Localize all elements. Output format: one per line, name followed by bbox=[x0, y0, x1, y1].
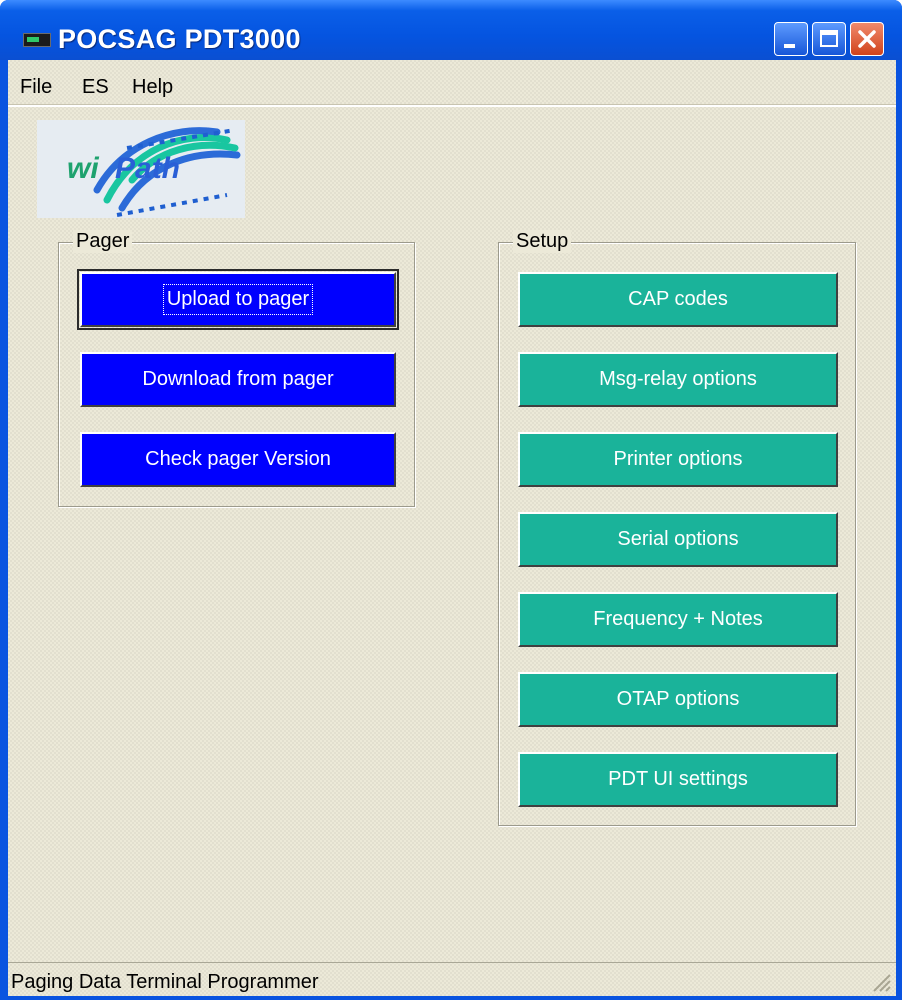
cap-codes-label: CAP codes bbox=[628, 288, 728, 310]
title-bar[interactable]: POCSAG PDT3000 bbox=[0, 0, 902, 60]
status-bar: Paging Data Terminal Programmer bbox=[8, 962, 896, 997]
app-icon bbox=[23, 33, 51, 47]
menu-bar: File ES Help bbox=[8, 70, 896, 100]
pdt-ui-settings-label: PDT UI settings bbox=[608, 768, 748, 790]
svg-text:Path: Path bbox=[115, 152, 180, 185]
close-button[interactable] bbox=[850, 22, 884, 56]
serial-options-label: Serial options bbox=[617, 528, 739, 550]
pager-group-title: Pager bbox=[73, 230, 133, 253]
menu-separator bbox=[8, 104, 896, 107]
upload-to-pager-label: Upload to pager bbox=[162, 284, 314, 315]
cap-codes-button[interactable]: CAP codes bbox=[518, 272, 838, 327]
close-icon bbox=[858, 30, 876, 48]
minimize-button[interactable] bbox=[774, 22, 808, 56]
svg-text:wi: wi bbox=[67, 152, 99, 185]
otap-options-label: OTAP options bbox=[616, 688, 740, 710]
client-area: File ES Help wi Path Pager Upload to pag… bbox=[8, 60, 896, 996]
download-from-pager-button[interactable]: Download from pager bbox=[80, 352, 396, 407]
resize-grip-icon[interactable] bbox=[870, 971, 892, 993]
msg-relay-options-button[interactable]: Msg-relay options bbox=[518, 352, 838, 407]
main-window: POCSAG PDT3000 File ES Help wi Path Page… bbox=[0, 0, 902, 1000]
pager-groupbox: Pager Upload to pager Download from page… bbox=[58, 230, 415, 507]
minimize-icon bbox=[784, 44, 795, 48]
frequency-notes-button[interactable]: Frequency + Notes bbox=[518, 592, 838, 647]
serial-options-button[interactable]: Serial options bbox=[518, 512, 838, 567]
menu-es[interactable]: ES bbox=[82, 76, 109, 99]
msg-relay-options-label: Msg-relay options bbox=[599, 368, 757, 390]
window-title: POCSAG PDT3000 bbox=[58, 24, 301, 54]
menu-help[interactable]: Help bbox=[132, 76, 173, 99]
wipath-logo-icon: wi Path bbox=[67, 127, 241, 217]
check-pager-version-label: Check pager Version bbox=[145, 448, 331, 470]
wipath-logo: wi Path bbox=[37, 120, 245, 218]
status-text: Paging Data Terminal Programmer bbox=[11, 971, 319, 993]
upload-to-pager-button[interactable]: Upload to pager bbox=[77, 269, 399, 330]
maximize-button[interactable] bbox=[812, 22, 846, 56]
setup-groupbox: Setup CAP codes Msg-relay options Printe… bbox=[498, 230, 856, 826]
otap-options-button[interactable]: OTAP options bbox=[518, 672, 838, 727]
menu-file[interactable]: File bbox=[20, 76, 52, 99]
printer-options-button[interactable]: Printer options bbox=[518, 432, 838, 487]
pdt-ui-settings-button[interactable]: PDT UI settings bbox=[518, 752, 838, 807]
frequency-notes-label: Frequency + Notes bbox=[593, 608, 763, 630]
maximize-icon bbox=[820, 30, 838, 47]
download-from-pager-label: Download from pager bbox=[142, 368, 334, 390]
check-pager-version-button[interactable]: Check pager Version bbox=[80, 432, 396, 487]
printer-options-label: Printer options bbox=[613, 448, 743, 470]
setup-group-title: Setup bbox=[513, 230, 572, 253]
